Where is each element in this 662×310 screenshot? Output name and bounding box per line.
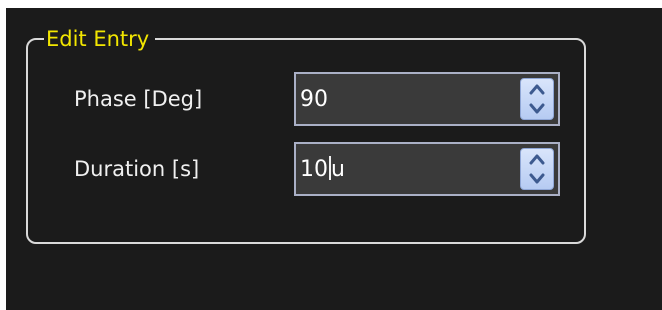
chevron-down-icon — [529, 173, 545, 184]
phase-increment-button[interactable] — [521, 79, 553, 99]
duration-input[interactable]: 10 u — [300, 156, 345, 184]
phase-input[interactable]: 90 — [300, 86, 328, 114]
chevron-up-icon — [529, 154, 545, 165]
duration-label: Duration [s] — [74, 157, 200, 181]
phase-spin-buttons[interactable] — [520, 78, 554, 120]
duration-increment-button[interactable] — [521, 149, 553, 169]
duration-value: 10 — [300, 157, 328, 182]
group-title: Edit Entry — [44, 26, 156, 52]
edit-entry-panel: Edit Entry Phase [Deg] 90 Duration [s] 1… — [6, 8, 662, 310]
chevron-up-icon — [529, 84, 545, 95]
phase-decrement-button[interactable] — [521, 99, 553, 119]
chevron-down-icon — [529, 103, 545, 114]
duration-unit-suffix: u — [331, 157, 345, 182]
duration-decrement-button[interactable] — [521, 169, 553, 189]
phase-label: Phase [Deg] — [74, 87, 203, 111]
phase-spinbox[interactable]: 90 — [294, 72, 560, 126]
duration-spin-buttons[interactable] — [520, 148, 554, 190]
edit-entry-groupbox: Edit Entry Phase [Deg] 90 Duration [s] 1… — [26, 26, 586, 244]
duration-spinbox[interactable]: 10 u — [294, 142, 560, 196]
